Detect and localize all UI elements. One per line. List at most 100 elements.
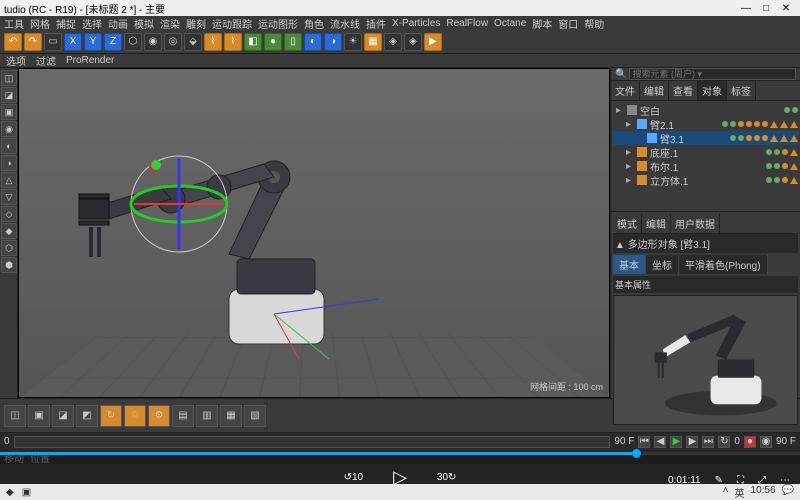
btool-7-icon[interactable]: ▤ [172, 405, 194, 427]
windows-taskbar[interactable]: ◆ ▣ ˄ 英 10:56 💬 [0, 484, 800, 500]
timeline-start[interactable]: 0 [4, 436, 10, 447]
menu-捕捉[interactable]: 捕捉 [56, 16, 76, 31]
objtab-查看[interactable]: 查看 [669, 81, 698, 100]
hierarchy-item-空白[interactable]: ▸空白 [613, 103, 798, 117]
render-icon[interactable]: ▶ [424, 33, 442, 51]
menu-雕刻[interactable]: 雕刻 [186, 16, 206, 31]
sel-icon[interactable]: ▭ [44, 33, 62, 51]
sub-filter[interactable]: 过滤 [36, 53, 56, 68]
seek-knob[interactable] [632, 449, 641, 458]
menu-工具[interactable]: 工具 [4, 16, 24, 31]
cam1-icon[interactable]: ◉ [144, 33, 162, 51]
tl-ffwd-icon[interactable]: ⏭ [702, 436, 714, 448]
def2-icon[interactable]: ◈ [404, 33, 422, 51]
timeline-end2[interactable]: 90 F [776, 436, 796, 447]
menu-角色[interactable]: 角色 [304, 16, 324, 31]
timeline-end[interactable]: 90 F [614, 436, 634, 447]
menu-渲染[interactable]: 渲染 [160, 16, 180, 31]
lefttool-9-icon[interactable]: ◆ [1, 223, 17, 239]
light-icon[interactable]: ☀ [344, 33, 362, 51]
attrtab-2[interactable]: 平滑着色(Phong) [679, 255, 768, 274]
timeline[interactable]: 0 90 F ⏮ ◀ ▶ ▶ ⏭ ↻ 0 ● ◉ 90 F [0, 432, 800, 450]
spline1-icon[interactable]: ⌇ [204, 33, 222, 51]
taskbar-app-icon[interactable]: ◆ [6, 487, 14, 498]
lefttool-10-icon[interactable]: ⬡ [1, 240, 17, 256]
menu-动画[interactable]: 动画 [108, 16, 128, 31]
menu-流水线[interactable]: 流水线 [330, 16, 360, 31]
hierarchy-item-臂2.1[interactable]: ▸臂2.1 [613, 117, 798, 131]
menu-RealFlow[interactable]: RealFlow [446, 18, 488, 29]
hierarchy-item-立方体.1[interactable]: ▸立方体.1 [613, 173, 798, 187]
cam3-icon[interactable]: ⬙ [184, 33, 202, 51]
lefttool-5-icon[interactable]: ◑ [1, 155, 17, 171]
timeline-track[interactable] [14, 436, 611, 448]
btool-10-icon[interactable]: ▧ [244, 405, 266, 427]
menu-脚本[interactable]: 脚本 [532, 16, 552, 31]
render-preview[interactable] [613, 295, 798, 425]
tl-prev-icon[interactable]: ◀ [654, 436, 666, 448]
floor-icon[interactable]: ▦ [364, 33, 382, 51]
hierarchy-item-布尔.1[interactable]: ▸布尔.1 [613, 159, 798, 173]
maximize-button[interactable]: □ [760, 3, 772, 14]
objtab-编辑[interactable]: 编辑 [640, 81, 669, 100]
attrtop-用户数据[interactable]: 用户数据 [671, 214, 720, 233]
tray-ime[interactable]: 英 [735, 485, 745, 500]
minimize-button[interactable]: — [740, 3, 752, 14]
axis-z-icon[interactable]: Z [104, 33, 122, 51]
btool-9-icon[interactable]: ▦ [220, 405, 242, 427]
lefttool-0-icon[interactable]: ◫ [1, 70, 17, 86]
menu-选择[interactable]: 选择 [82, 16, 102, 31]
lefttool-11-icon[interactable]: ⬢ [1, 257, 17, 273]
menu-帮助[interactable]: 帮助 [584, 16, 604, 31]
sub-prorender[interactable]: ProRender [66, 55, 114, 66]
attrtab-0[interactable]: 基本 [613, 255, 646, 274]
video-fwd30-icon[interactable]: 30↻ [437, 472, 457, 483]
lefttool-1-icon[interactable]: ◪ [1, 87, 17, 103]
lefttool-3-icon[interactable]: ◉ [1, 121, 17, 137]
menu-运动图形[interactable]: 运动图形 [258, 16, 298, 31]
lefttool-8-icon[interactable]: ◇ [1, 206, 17, 222]
undo-icon[interactable]: ↶ [4, 33, 22, 51]
robot-arm-model[interactable] [49, 99, 379, 359]
prim2-icon[interactable]: ◑ [324, 33, 342, 51]
attrtab-1[interactable]: 坐标 [646, 255, 679, 274]
cam2-icon[interactable]: ◎ [164, 33, 182, 51]
tl-next-icon[interactable]: ▶ [686, 436, 698, 448]
menu-运动跟踪[interactable]: 运动跟踪 [212, 16, 252, 31]
btool-8-icon[interactable]: ▥ [196, 405, 218, 427]
btool-4-icon[interactable]: ↻ [100, 405, 122, 427]
btool-5-icon[interactable]: ♲ [124, 405, 146, 427]
btool-3-icon[interactable]: ◩ [76, 405, 98, 427]
cube-icon[interactable]: ◧ [244, 33, 262, 51]
def1-icon[interactable]: ◈ [384, 33, 402, 51]
tl-rewind-icon[interactable]: ⏮ [638, 436, 650, 448]
menu-网格[interactable]: 网格 [30, 16, 50, 31]
tray-notif-icon[interactable]: 💬 [782, 485, 794, 500]
objtab-对象[interactable]: 对象 [698, 81, 727, 100]
close-button[interactable]: ✕ [780, 3, 792, 14]
tl-key-icon[interactable]: ● [744, 436, 756, 448]
menu-模拟[interactable]: 模拟 [134, 16, 154, 31]
lefttool-2-icon[interactable]: ▣ [1, 104, 17, 120]
menu-插件[interactable]: 插件 [366, 16, 386, 31]
tl-play-icon[interactable]: ▶ [670, 436, 682, 448]
sphere-icon[interactable]: ● [264, 33, 282, 51]
objtab-标签[interactable]: 标签 [727, 81, 756, 100]
video-back10-icon[interactable]: ↺10 [344, 472, 364, 483]
attrtop-模式[interactable]: 模式 [613, 214, 642, 233]
spline2-icon[interactable]: ⌇ [224, 33, 242, 51]
video-seek-bar[interactable] [0, 452, 800, 455]
sub-options[interactable]: 选项 [6, 53, 26, 68]
menu-X-Particles[interactable]: X-Particles [392, 18, 440, 29]
tube-icon[interactable]: ▯ [284, 33, 302, 51]
btool-1-icon[interactable]: ▣ [28, 405, 50, 427]
lefttool-7-icon[interactable]: ▽ [1, 189, 17, 205]
taskbar-app2-icon[interactable]: ▣ [22, 487, 31, 498]
axis-x-icon[interactable]: X [64, 33, 82, 51]
tl-auto-icon[interactable]: ◉ [760, 436, 772, 448]
btool-2-icon[interactable]: ◪ [52, 405, 74, 427]
btool-6-icon[interactable]: ⚙ [148, 405, 170, 427]
object-hierarchy[interactable]: ▸空白▸臂2.1臂3.1▸底座.1▸布尔.1▸立方体.1 [611, 101, 800, 211]
btool-0-icon[interactable]: ◫ [4, 405, 26, 427]
prim1-icon[interactable]: ◐ [304, 33, 322, 51]
